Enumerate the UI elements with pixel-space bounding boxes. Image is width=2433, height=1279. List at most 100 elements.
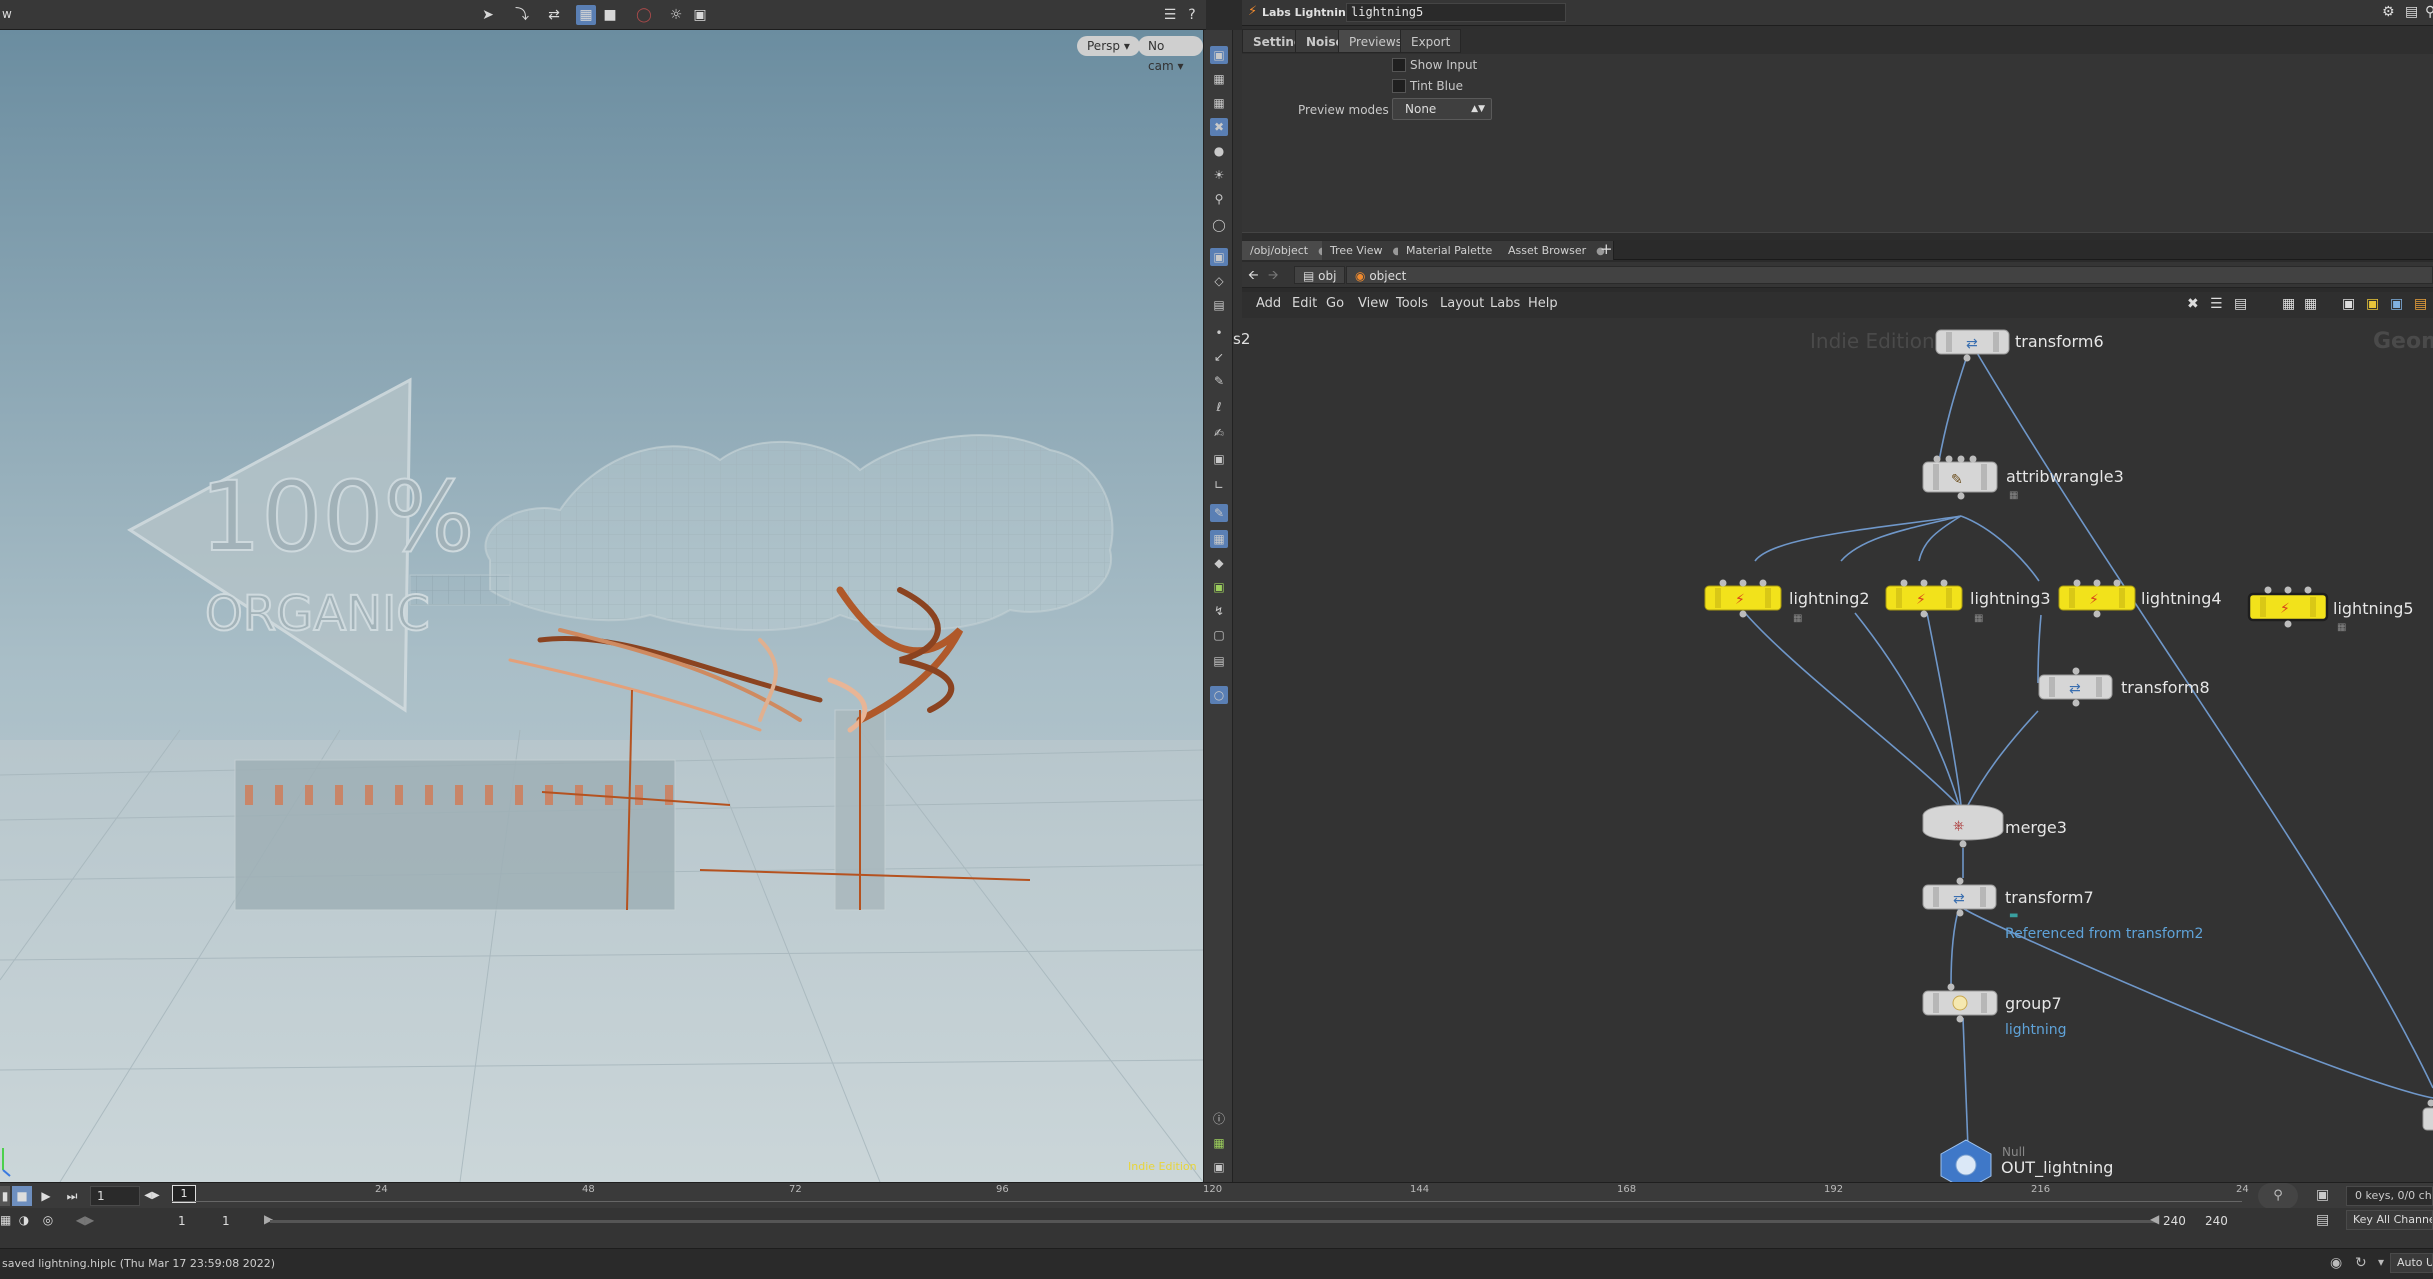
audio-icon[interactable]: ▣ [2316,1187,2329,1203]
scene-viewport[interactable]: 100% ORGANIC Indie Edition Persp ▾ No ca… [0,30,1203,1182]
forward-arrow-icon[interactable]: 🡪 [1268,266,1279,288]
menu-layout[interactable]: Layout [1440,296,1484,311]
node-offscreen[interactable] [2422,1099,2433,1131]
grid-view-icon[interactable]: ▦ [2282,296,2295,312]
menu-help[interactable]: Help [1528,296,1558,311]
end-button[interactable]: ⏭ [60,1186,84,1206]
node-graph[interactable]: s2 Indie Edition Geom ⇄ transform6 ✎ att… [1233,318,2433,1182]
range-start[interactable]: 1 [178,1214,186,1228]
dropdown-icon[interactable]: ▾ [2378,1255,2384,1269]
pane-splitter[interactable] [1242,232,2433,240]
scope-icon[interactable]: ⚲ [2258,1183,2298,1209]
refresh-icon[interactable]: ↻ [2355,1255,2367,1271]
layout-icon[interactable]: ▣ [2342,296,2355,312]
stamp-icon[interactable]: ▣ [1210,450,1228,468]
persp-menu[interactable]: Persp ▾ [1077,36,1140,56]
box-icon[interactable]: ▢ [1210,626,1228,644]
lock-range-icon[interactable]: ▦ [0,1210,11,1230]
point-icon[interactable]: • [1210,324,1228,342]
ruler-icon[interactable]: ∟ [1210,476,1228,494]
key-icon[interactable]: ▤ [2316,1212,2329,1228]
pin-icon[interactable]: ○ [1210,686,1228,704]
node-lightning5[interactable]: ⚡ lightning5 ▦ [2247,586,2414,634]
gear-icon[interactable]: ⚙ [2382,4,2395,20]
preview-modes-select[interactable]: None ▲▼ [1392,98,1492,120]
node-merge3[interactable]: ⎈ merge3 [1922,804,2067,848]
menu-labs[interactable]: Labs [1490,296,1520,311]
start-icon[interactable]: ▮ [0,1186,10,1206]
transform-icon[interactable]: ⇄ [544,5,564,25]
range-end[interactable]: 240 [2163,1214,2186,1228]
tab-asset-browser[interactable]: Asset Browser ● [1500,241,1614,260]
sphere-icon[interactable]: ● [1210,142,1228,160]
number-icon[interactable]: ℓ [1210,398,1228,416]
camera-view-icon[interactable]: ▣ [1210,248,1228,266]
select-icon[interactable]: ➤ [478,5,498,25]
snapshot-icon[interactable]: ▣ [1210,1158,1228,1176]
sync-icon[interactable]: ◎ [38,1210,58,1230]
tree-icon[interactable]: ☰ [2210,296,2223,312]
palette-icon[interactable]: ▤ [2414,296,2427,312]
ghost-icon[interactable]: ✖ [1210,118,1228,136]
layers-icon[interactable]: ▦ [1210,70,1228,88]
node-out-lightning[interactable]: Null OUT_lightning [1940,1139,2113,1182]
current-frame-field[interactable]: 1 [90,1186,140,1206]
view-icon[interactable]: ▣ [1210,46,1228,64]
show-input-checkbox[interactable] [1392,58,1406,72]
key-nav-icons[interactable]: ◀▶ [70,1210,100,1230]
node-transform8[interactable]: ⇄ transform8 [2038,667,2210,707]
range-right-handle[interactable]: ◀ [2150,1212,2159,1226]
pen-icon[interactable]: ✎ [1210,372,1228,390]
timeline-track[interactable] [172,1201,2242,1202]
breadcrumb-obj[interactable]: ▤ obj [1294,266,1346,284]
normal-icon[interactable]: ↙ [1210,348,1228,366]
node-transform6[interactable]: ⇄ transform6 [1935,329,2104,362]
step-icons[interactable]: ◀▶ [140,1186,164,1206]
diamond-icon[interactable]: ◆ [1210,554,1228,572]
back-arrow-icon[interactable]: 🡨 [1248,266,1259,288]
grid-icon[interactable]: ▦ [1210,530,1228,548]
tint-blue-checkbox[interactable] [1392,79,1406,93]
lamp-icon[interactable]: ⚲ [1210,190,1228,208]
shade-icon[interactable]: ▤ [1210,296,1228,314]
options-icon[interactable]: ☰ [1160,5,1180,25]
info-icon[interactable]: ⓘ [1210,1110,1228,1128]
chat-icon[interactable]: ◉ [2330,1255,2342,1271]
list-icon[interactable]: ▤ [2234,296,2247,312]
record-icon[interactable]: ◯ [634,5,654,25]
stack-icon[interactable]: ▤ [1210,652,1228,670]
key-all-channels-button[interactable]: Key All Channels [2346,1210,2433,1230]
table-view-icon[interactable]: ▦ [2304,296,2317,312]
node-lightning3[interactable]: ⚡ lightning3 ▦ [1885,579,2051,625]
range-left-handle[interactable]: ▶ [264,1212,273,1226]
network-editor[interactable]: s2 Indie Edition Geom ⇄ transform6 ✎ att… [1233,318,2433,1182]
realtime-icon[interactable]: ◑ [14,1210,34,1230]
tab-export[interactable]: Export [1400,29,1462,53]
auto-update-button[interactable]: Auto Up [2390,1253,2433,1273]
lock-icon[interactable]: ▦ [1210,94,1228,112]
play-button[interactable]: ▶ [36,1186,56,1206]
sticky-note-icon[interactable]: ▣ [2366,296,2379,312]
camera-menu[interactable]: No cam ▾ [1138,36,1203,73]
render-icon[interactable]: ☼ [666,5,686,25]
range-start-2[interactable]: 1 [222,1214,230,1228]
node-attribwrangle3[interactable]: ✎ attribwrangle3 ▦ [1922,455,2124,502]
menu-view[interactable]: View [1358,296,1389,311]
uv-icon[interactable]: ▣ [1210,578,1228,596]
wrench-icon[interactable]: ✖ [2187,296,2199,312]
display-icon[interactable]: ■ [600,5,620,25]
help-book-icon[interactable]: ▤ [2405,4,2418,20]
help-icon[interactable]: ? [1182,5,1202,25]
menu-add[interactable]: Add [1256,296,1281,311]
light-icon[interactable]: ☀ [1210,166,1228,184]
edit-icon[interactable]: ✎ [1210,504,1228,522]
menu-edit[interactable]: Edit [1292,296,1317,311]
measure-icon[interactable]: ↯ [1210,602,1228,620]
brush-icon[interactable]: ✍ [1210,424,1228,442]
quad-view-icon[interactable]: ▦ [1210,1134,1228,1152]
move-icon[interactable]: ⤵ [512,5,532,25]
search-icon[interactable]: ⚲ [2425,4,2433,20]
breadcrumb-object[interactable]: ◉ object [1346,266,2433,284]
wire-icon[interactable]: ◇ [1210,272,1228,290]
range-end-2[interactable]: 240 [2205,1214,2228,1228]
